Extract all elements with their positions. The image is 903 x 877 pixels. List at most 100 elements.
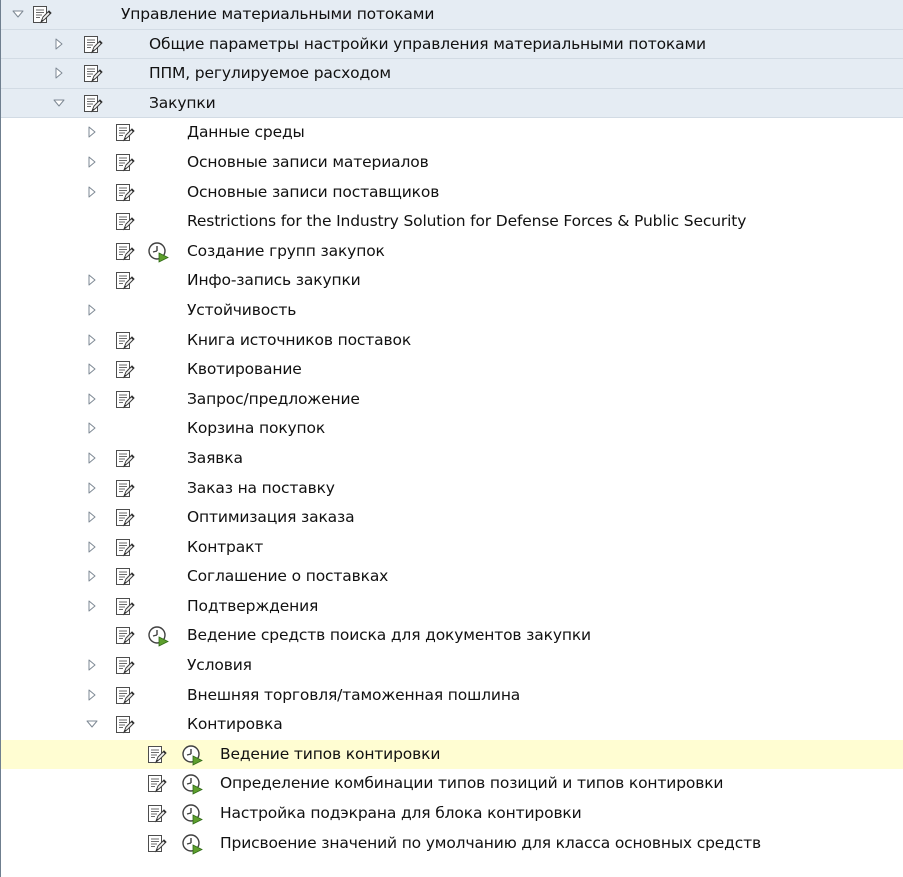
tree-node-label[interactable]: Запрос/предложение xyxy=(187,385,360,415)
clock-execute-icon[interactable] xyxy=(181,803,203,825)
documentation-icon[interactable] xyxy=(81,93,103,115)
triangle-right-icon[interactable] xyxy=(85,569,99,583)
tree-row[interactable]: Оптимизация заказа xyxy=(1,503,903,533)
triangle-right-icon[interactable] xyxy=(85,540,99,554)
tree-node-label[interactable]: Подтверждения xyxy=(187,592,318,622)
tree-row[interactable]: ППМ, регулируемое расходом xyxy=(1,59,903,89)
tree-node-label[interactable]: Ведение типов контировки xyxy=(220,740,440,770)
tree-node-label[interactable]: Основные записи поставщиков xyxy=(187,178,439,208)
triangle-right-icon[interactable] xyxy=(85,333,99,347)
documentation-icon[interactable] xyxy=(113,182,135,204)
documentation-icon[interactable] xyxy=(113,152,135,174)
triangle-down-icon[interactable] xyxy=(85,717,99,731)
tree-node-label[interactable]: Настройка подэкрана для блока контировки xyxy=(220,799,582,829)
tree-node-label[interactable]: Внешняя торговля/таможенная пошлина xyxy=(187,681,520,711)
triangle-right-icon[interactable] xyxy=(85,421,99,435)
tree-row[interactable]: Основные записи материалов xyxy=(1,147,903,178)
triangle-right-icon[interactable] xyxy=(85,155,99,169)
tree-node-label[interactable]: Контировка xyxy=(187,710,283,740)
triangle-right-icon[interactable] xyxy=(85,273,99,287)
documentation-icon[interactable] xyxy=(113,122,135,144)
tree-row[interactable]: Запрос/предложение xyxy=(1,384,903,415)
tree-node-label[interactable]: Соглашение о поставках xyxy=(187,562,388,592)
triangle-right-icon[interactable] xyxy=(85,658,99,672)
documentation-icon[interactable] xyxy=(81,63,103,85)
tree-row[interactable]: Закупки xyxy=(1,88,903,119)
triangle-right-icon[interactable] xyxy=(85,451,99,465)
triangle-right-icon[interactable] xyxy=(85,125,99,139)
tree-row[interactable]: Основные записи поставщиков xyxy=(1,177,903,208)
tree-row[interactable]: Настройка подэкрана для блока контировки xyxy=(1,799,903,829)
triangle-right-icon[interactable] xyxy=(85,185,99,199)
tree-row[interactable]: Подтверждения xyxy=(1,591,903,622)
tree-node-label[interactable]: Создание групп закупок xyxy=(187,237,385,267)
tree-row[interactable]: Присвоение значений по умолчанию для кла… xyxy=(1,828,903,859)
tree-node-label[interactable]: Основные записи материалов xyxy=(187,148,429,178)
triangle-right-icon[interactable] xyxy=(85,688,99,702)
tree-node-label[interactable]: Restrictions for the Industry Solution f… xyxy=(187,207,746,237)
documentation-icon[interactable] xyxy=(113,596,135,618)
tree-node-label[interactable]: Устойчивость xyxy=(187,296,296,326)
triangle-right-icon[interactable] xyxy=(85,510,99,524)
tree-row[interactable]: Restrictions for the Industry Solution f… xyxy=(1,207,903,237)
tree-node-label[interactable]: Заявка xyxy=(187,444,243,474)
documentation-icon[interactable] xyxy=(113,448,135,470)
documentation-icon[interactable] xyxy=(30,4,52,26)
tree-row[interactable]: Данные среды xyxy=(1,118,903,148)
tree-row[interactable]: Общие параметры настройки управления мат… xyxy=(1,29,903,60)
documentation-icon[interactable] xyxy=(145,833,167,855)
clock-execute-icon[interactable] xyxy=(147,241,169,263)
tree-row[interactable]: Инфо-запись закупки xyxy=(1,266,903,296)
documentation-icon[interactable] xyxy=(113,478,135,500)
tree-node-label[interactable]: Корзина покупок xyxy=(187,414,325,444)
triangle-right-icon[interactable] xyxy=(52,37,66,51)
documentation-icon[interactable] xyxy=(145,744,167,766)
tree-node-label[interactable]: ППМ, регулируемое расходом xyxy=(149,59,391,89)
clock-execute-icon[interactable] xyxy=(147,625,169,648)
documentation-icon[interactable] xyxy=(145,773,167,795)
tree-row[interactable]: Заявка xyxy=(1,443,903,474)
tree-node-label[interactable]: Ведение средств поиска для документов за… xyxy=(187,621,591,651)
documentation-icon[interactable] xyxy=(145,803,167,825)
documentation-icon[interactable] xyxy=(113,714,135,736)
tree-row[interactable]: Определение комбинации типов позиций и т… xyxy=(1,769,903,800)
tree-row[interactable]: Управление материальными потоками xyxy=(1,0,903,30)
tree-node-label[interactable]: Общие параметры настройки управления мат… xyxy=(149,30,706,60)
tree-node-label[interactable]: Условия xyxy=(187,651,252,681)
triangle-down-icon[interactable] xyxy=(52,96,66,110)
documentation-icon[interactable] xyxy=(113,537,135,559)
triangle-right-icon[interactable] xyxy=(52,66,66,80)
triangle-right-icon[interactable] xyxy=(85,392,99,406)
tree-node-label[interactable]: Контракт xyxy=(187,533,263,563)
tree-row[interactable]: Создание групп закупок xyxy=(1,236,903,267)
clock-execute-icon[interactable] xyxy=(181,833,203,855)
clock-execute-icon[interactable] xyxy=(181,744,203,766)
documentation-icon[interactable] xyxy=(113,566,135,588)
tree-row[interactable]: Книга источников поставок xyxy=(1,325,903,356)
tree-row[interactable]: Ведение средств поиска для документов за… xyxy=(1,621,903,652)
documentation-icon[interactable] xyxy=(113,359,135,381)
tree-node-label[interactable]: Инфо-запись закупки xyxy=(187,266,361,296)
triangle-right-icon[interactable] xyxy=(85,599,99,613)
tree-row[interactable]: Условия xyxy=(1,651,903,681)
tree-node-label[interactable]: Оптимизация заказа xyxy=(187,503,355,533)
documentation-icon[interactable] xyxy=(113,330,135,352)
documentation-icon[interactable] xyxy=(113,241,135,263)
documentation-icon[interactable] xyxy=(81,34,103,56)
tree-node-label[interactable]: Определение комбинации типов позиций и т… xyxy=(220,769,724,799)
tree-row[interactable]: Внешняя торговля/таможенная пошлина xyxy=(1,680,903,711)
tree-row[interactable]: Ведение типов контировки xyxy=(1,739,903,770)
tree-node-label[interactable]: Данные среды xyxy=(187,118,305,148)
triangle-right-icon[interactable] xyxy=(85,303,99,317)
tree-node-label[interactable]: Книга источников поставок xyxy=(187,326,411,356)
documentation-icon[interactable] xyxy=(113,270,135,292)
clock-execute-icon[interactable] xyxy=(181,773,203,796)
tree-node-label[interactable]: Присвоение значений по умолчанию для кла… xyxy=(220,829,761,859)
tree-node-label[interactable]: Закупки xyxy=(149,89,216,119)
documentation-icon[interactable] xyxy=(113,655,135,677)
tree-node-label[interactable]: Управление материальными потоками xyxy=(121,0,434,30)
documentation-icon[interactable] xyxy=(113,685,135,707)
tree-row[interactable]: Контракт xyxy=(1,532,903,563)
tree-node-label[interactable]: Квотирование xyxy=(187,355,302,385)
tree-row[interactable]: Устойчивость xyxy=(1,295,903,326)
